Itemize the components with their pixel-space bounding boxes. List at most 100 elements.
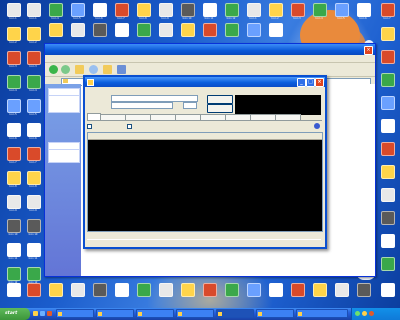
desktop-icon[interactable]: [376, 72, 398, 96]
stop-button[interactable]: [207, 104, 233, 113]
desktop-icon[interactable]: [330, 282, 352, 306]
desktop-icon[interactable]: [176, 282, 198, 306]
desktop-icon[interactable]: [376, 164, 398, 188]
desktop-icon[interactable]: Icon 2: [22, 26, 44, 50]
tab[interactable]: [275, 114, 301, 120]
taskbar-button[interactable]: [96, 309, 134, 318]
tray-icon[interactable]: [362, 311, 367, 316]
tab[interactable]: [125, 114, 151, 120]
desktop-icon[interactable]: [376, 118, 398, 142]
desktop-icon[interactable]: [132, 282, 154, 306]
desktop-icon[interactable]: Icon 11: [22, 242, 44, 266]
task-link[interactable]: [49, 158, 79, 162]
option-checkbox[interactable]: [127, 124, 132, 129]
desktop-icon[interactable]: [154, 282, 176, 306]
settings-icon[interactable]: [314, 123, 320, 129]
tab[interactable]: [250, 114, 276, 120]
taskbar-button[interactable]: [256, 309, 294, 318]
quick-launch-icon[interactable]: [47, 311, 52, 316]
tab[interactable]: [175, 114, 201, 120]
desktop-icon[interactable]: [264, 282, 286, 306]
maximize-icon[interactable]: □: [306, 78, 315, 87]
desktop-icon[interactable]: [66, 282, 88, 306]
desktop-icon[interactable]: Icon 4: [308, 2, 330, 26]
desktop-icon[interactable]: [308, 282, 330, 306]
desktop-icon[interactable]: [198, 282, 220, 306]
tab[interactable]: [100, 114, 126, 120]
desktop-icon[interactable]: [376, 187, 398, 211]
desktop-icon[interactable]: Icon 10: [22, 218, 44, 242]
task-group-header[interactable]: [49, 143, 79, 150]
desktop-icon[interactable]: Icon 6: [2, 122, 24, 146]
desktop-icon[interactable]: Icon 3: [22, 50, 44, 74]
desktop-icon[interactable]: Icon 6: [22, 122, 44, 146]
close-icon[interactable]: ×: [315, 78, 324, 87]
desktop-icon[interactable]: [376, 141, 398, 165]
taskbar-button[interactable]: [216, 309, 254, 318]
quick-launch-icon[interactable]: [33, 311, 38, 316]
desktop-icon[interactable]: [286, 282, 308, 306]
desktop-icon[interactable]: Icon 7: [22, 146, 44, 170]
desktop-icon[interactable]: [376, 256, 398, 280]
desktop-icon[interactable]: Icon 1: [22, 2, 44, 26]
desktop-icon[interactable]: Icon 5: [2, 98, 24, 122]
task-link[interactable]: [49, 108, 79, 112]
desktop-icon[interactable]: [376, 210, 398, 234]
desktop-icon[interactable]: [376, 233, 398, 257]
taskbar-button[interactable]: [56, 309, 94, 318]
tray-icon[interactable]: [369, 311, 374, 316]
desktop-icon[interactable]: [376, 282, 398, 306]
quick-launch-icon[interactable]: [40, 311, 45, 316]
desktop-icon[interactable]: [88, 282, 110, 306]
results-grid[interactable]: [87, 132, 323, 232]
desktop-icon[interactable]: Icon 8: [22, 170, 44, 194]
desktop-icon[interactable]: Icon 3: [286, 2, 308, 26]
desktop-icon[interactable]: [376, 49, 398, 73]
explorer-title-bar[interactable]: [45, 44, 375, 55]
desktop-icon[interactable]: Icon 4: [22, 74, 44, 98]
desktop-icon[interactable]: [352, 282, 374, 306]
desktop-icon[interactable]: Icon 11: [2, 242, 24, 266]
filter-select[interactable]: [111, 102, 173, 109]
search-button[interactable]: [207, 95, 233, 104]
tab[interactable]: [200, 114, 226, 120]
tab[interactable]: [150, 114, 176, 120]
tab[interactable]: [87, 113, 101, 120]
task-group-header[interactable]: [49, 89, 79, 96]
option-checkbox[interactable]: [87, 124, 92, 129]
desktop-icon[interactable]: [242, 282, 264, 306]
desktop-icon[interactable]: Icon 5: [330, 2, 352, 26]
taskbar-button[interactable]: [296, 309, 348, 318]
desktop-icon[interactable]: Icon 9: [2, 194, 24, 218]
forward-icon[interactable]: [61, 65, 70, 74]
desktop-icon[interactable]: [44, 282, 66, 306]
desktop-icon[interactable]: Icon 7: [2, 146, 24, 170]
desktop-icon[interactable]: [110, 282, 132, 306]
desktop-icon[interactable]: [22, 282, 44, 306]
desktop-icon[interactable]: [220, 282, 242, 306]
desktop-icon[interactable]: Icon 10: [2, 218, 24, 242]
desktop-icon[interactable]: [2, 282, 24, 306]
desktop-icon[interactable]: Icon 6: [352, 2, 374, 26]
desktop-icon[interactable]: Icon 1: [2, 2, 24, 26]
start-button[interactable]: start: [0, 308, 30, 320]
explorer-close-button[interactable]: ×: [364, 46, 373, 55]
desktop-icon[interactable]: Icon 8: [2, 170, 24, 194]
taskbar-button[interactable]: [136, 309, 174, 318]
app-title-bar[interactable]: _ □ ×: [85, 77, 325, 87]
desktop-icon[interactable]: [376, 95, 398, 119]
desktop-icon[interactable]: [376, 26, 398, 50]
back-icon[interactable]: [49, 65, 58, 74]
desktop-icon[interactable]: Icon 2: [2, 26, 24, 50]
size-input[interactable]: [183, 102, 197, 109]
desktop-icon[interactable]: Icon 9: [22, 194, 44, 218]
tray-icon[interactable]: [355, 311, 360, 316]
tab[interactable]: [225, 114, 251, 120]
search-input[interactable]: [111, 95, 198, 102]
up-folder-icon[interactable]: [75, 65, 84, 74]
views-icon[interactable]: [117, 65, 126, 74]
desktop-icon[interactable]: Icon 3: [2, 50, 24, 74]
desktop-icon[interactable]: Icon 5: [22, 98, 44, 122]
folders-icon[interactable]: [103, 65, 112, 74]
desktop-icon[interactable]: Icon 4: [2, 74, 24, 98]
